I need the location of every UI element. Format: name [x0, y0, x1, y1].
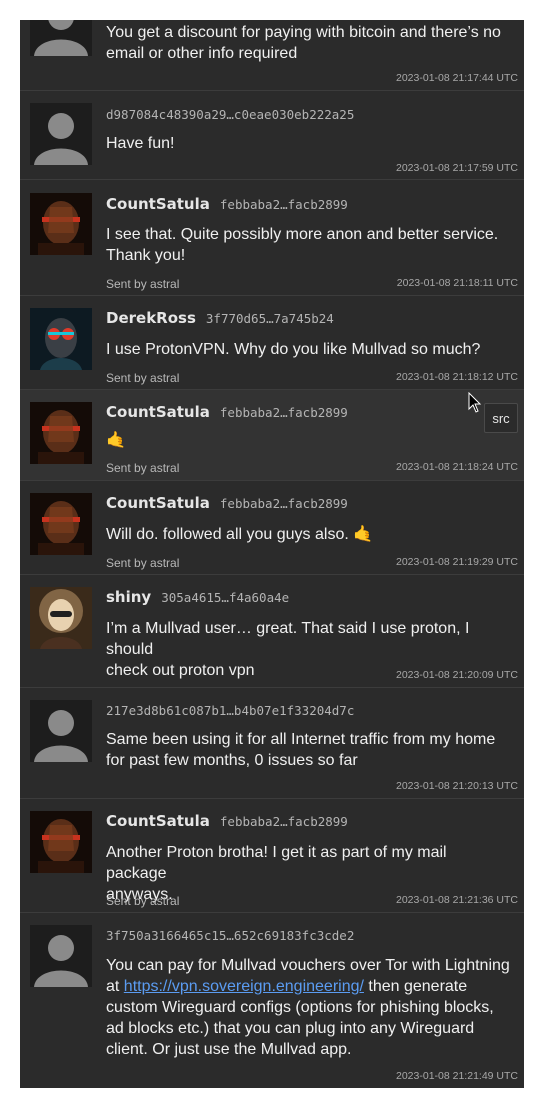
pubkey[interactable]: 3f750a3166465c15…652c69183fc3cde2	[106, 928, 354, 943]
message-text: You can pay for Mullvad vouchers over To…	[106, 957, 510, 1058]
author-name[interactable]: CountSatula	[106, 403, 210, 421]
sent-by: Sent by astral	[106, 556, 180, 570]
message-item: d987084c48390a29…c0eae030eb222a25 Have f…	[20, 90, 524, 180]
author-name[interactable]: shiny	[106, 588, 151, 606]
message-text: You get a discount for paying with bitco…	[106, 24, 501, 62]
message-item: 217e3d8b61c087b1…b4b07e1f33204d7c Same b…	[20, 688, 524, 799]
message-header: CountSatula febbaba2…facb2899	[106, 811, 348, 831]
sent-by: Sent by astral	[106, 371, 180, 385]
message-header: 217e3d8b61c087b1…b4b07e1f33204d7c	[106, 700, 354, 720]
mouse-cursor-icon	[468, 391, 482, 418]
pubkey[interactable]: febbaba2…facb2899	[220, 405, 348, 420]
message-list: You get a discount for paying with bitco…	[20, 20, 524, 1088]
pubkey[interactable]: d987084c48390a29…c0eae030eb222a25	[106, 107, 354, 122]
avatar-countsatula[interactable]	[30, 811, 92, 873]
avatar-countsatula[interactable]	[30, 193, 92, 255]
timestamp: 2023-01-08 21:20:09 UTC	[396, 669, 518, 681]
pubkey[interactable]: 217e3d8b61c087b1…b4b07e1f33204d7c	[106, 703, 354, 718]
pubkey[interactable]: 3f770d65…7a745b24	[206, 311, 334, 326]
avatar-placeholder[interactable]	[30, 103, 92, 165]
timestamp: 2023-01-08 21:21:49 UTC	[396, 1070, 518, 1082]
timestamp: 2023-01-08 21:17:59 UTC	[396, 162, 518, 174]
timestamp: 2023-01-08 21:19:29 UTC	[396, 556, 518, 568]
timestamp: 2023-01-08 21:18:12 UTC	[396, 371, 518, 383]
avatar-countsatula[interactable]	[30, 493, 92, 555]
pubkey[interactable]: febbaba2…facb2899	[220, 814, 348, 829]
sent-by: Sent by astral	[106, 894, 180, 908]
author-name[interactable]: CountSatula	[106, 195, 210, 213]
pubkey[interactable]: febbaba2…facb2899	[220, 197, 348, 212]
message-item: CountSatula febbaba2…facb2899 🤙 Sent by a…	[20, 390, 524, 481]
message-item: shiny 305a4615…f4a60a4e I’m a Mullvad use…	[20, 575, 524, 688]
message-item: CountSatula febbaba2…facb2899 Will do. fo…	[20, 481, 524, 575]
message-item: 3f750a3166465c15…652c69183fc3cde2 You ca…	[20, 913, 524, 1088]
author-name[interactable]: CountSatula	[106, 494, 210, 512]
sent-by: Sent by astral	[106, 461, 180, 475]
view-source-button[interactable]: src	[484, 403, 518, 433]
message-header: CountSatula febbaba2…facb2899	[106, 194, 348, 214]
message-header: CountSatula febbaba2…facb2899	[106, 402, 348, 422]
sent-by: Sent by astral	[106, 277, 180, 291]
timestamp: 2023-01-08 21:18:24 UTC	[396, 461, 518, 473]
message-text: 🤙	[106, 432, 126, 449]
message-header: CountSatula febbaba2…facb2899	[106, 493, 348, 513]
pubkey[interactable]: febbaba2…facb2899	[220, 496, 348, 511]
avatar-placeholder[interactable]	[30, 20, 92, 56]
message-header: DerekRoss 3f770d65…7a745b24	[106, 308, 334, 328]
avatar-placeholder[interactable]	[30, 925, 92, 987]
message-text: I use ProtonVPN. Why do you like Mullvad…	[106, 341, 481, 358]
pubkey[interactable]: 305a4615…f4a60a4e	[161, 590, 289, 605]
timestamp: 2023-01-08 21:18:11 UTC	[396, 277, 518, 289]
message-text: I see that. Quite possibly more anon and…	[106, 226, 499, 264]
avatar-shiny[interactable]	[30, 587, 92, 649]
author-name[interactable]: DerekRoss	[106, 309, 196, 327]
author-name[interactable]: CountSatula	[106, 812, 210, 830]
timestamp: 2023-01-08 21:20:13 UTC	[396, 780, 518, 792]
message-item: CountSatula febbaba2…facb2899 Another Pro…	[20, 799, 524, 913]
avatar-derekross[interactable]	[30, 308, 92, 370]
message-header: d987084c48390a29…c0eae030eb222a25	[106, 104, 354, 124]
avatar-placeholder[interactable]	[30, 700, 92, 762]
message-item: DerekRoss 3f770d65…7a745b24 I use ProtonV…	[20, 296, 524, 390]
message-item: CountSatula febbaba2…facb2899 I see that.…	[20, 180, 524, 296]
message-item: You get a discount for paying with bitco…	[20, 20, 524, 91]
timestamp: 2023-01-08 21:21:36 UTC	[396, 894, 518, 906]
message-header: shiny 305a4615…f4a60a4e	[106, 587, 289, 607]
message-text: Will do. followed all you guys also. 🤙	[106, 526, 374, 543]
message-text: Have fun!	[106, 135, 175, 152]
message-header: 3f750a3166465c15…652c69183fc3cde2	[106, 925, 354, 945]
message-text: Same been using it for all Internet traf…	[106, 731, 496, 769]
timestamp: 2023-01-08 21:17:44 UTC	[396, 72, 518, 84]
avatar-countsatula[interactable]	[30, 402, 92, 464]
message-link[interactable]: https://vpn.sovereign.engineering/	[124, 978, 364, 995]
